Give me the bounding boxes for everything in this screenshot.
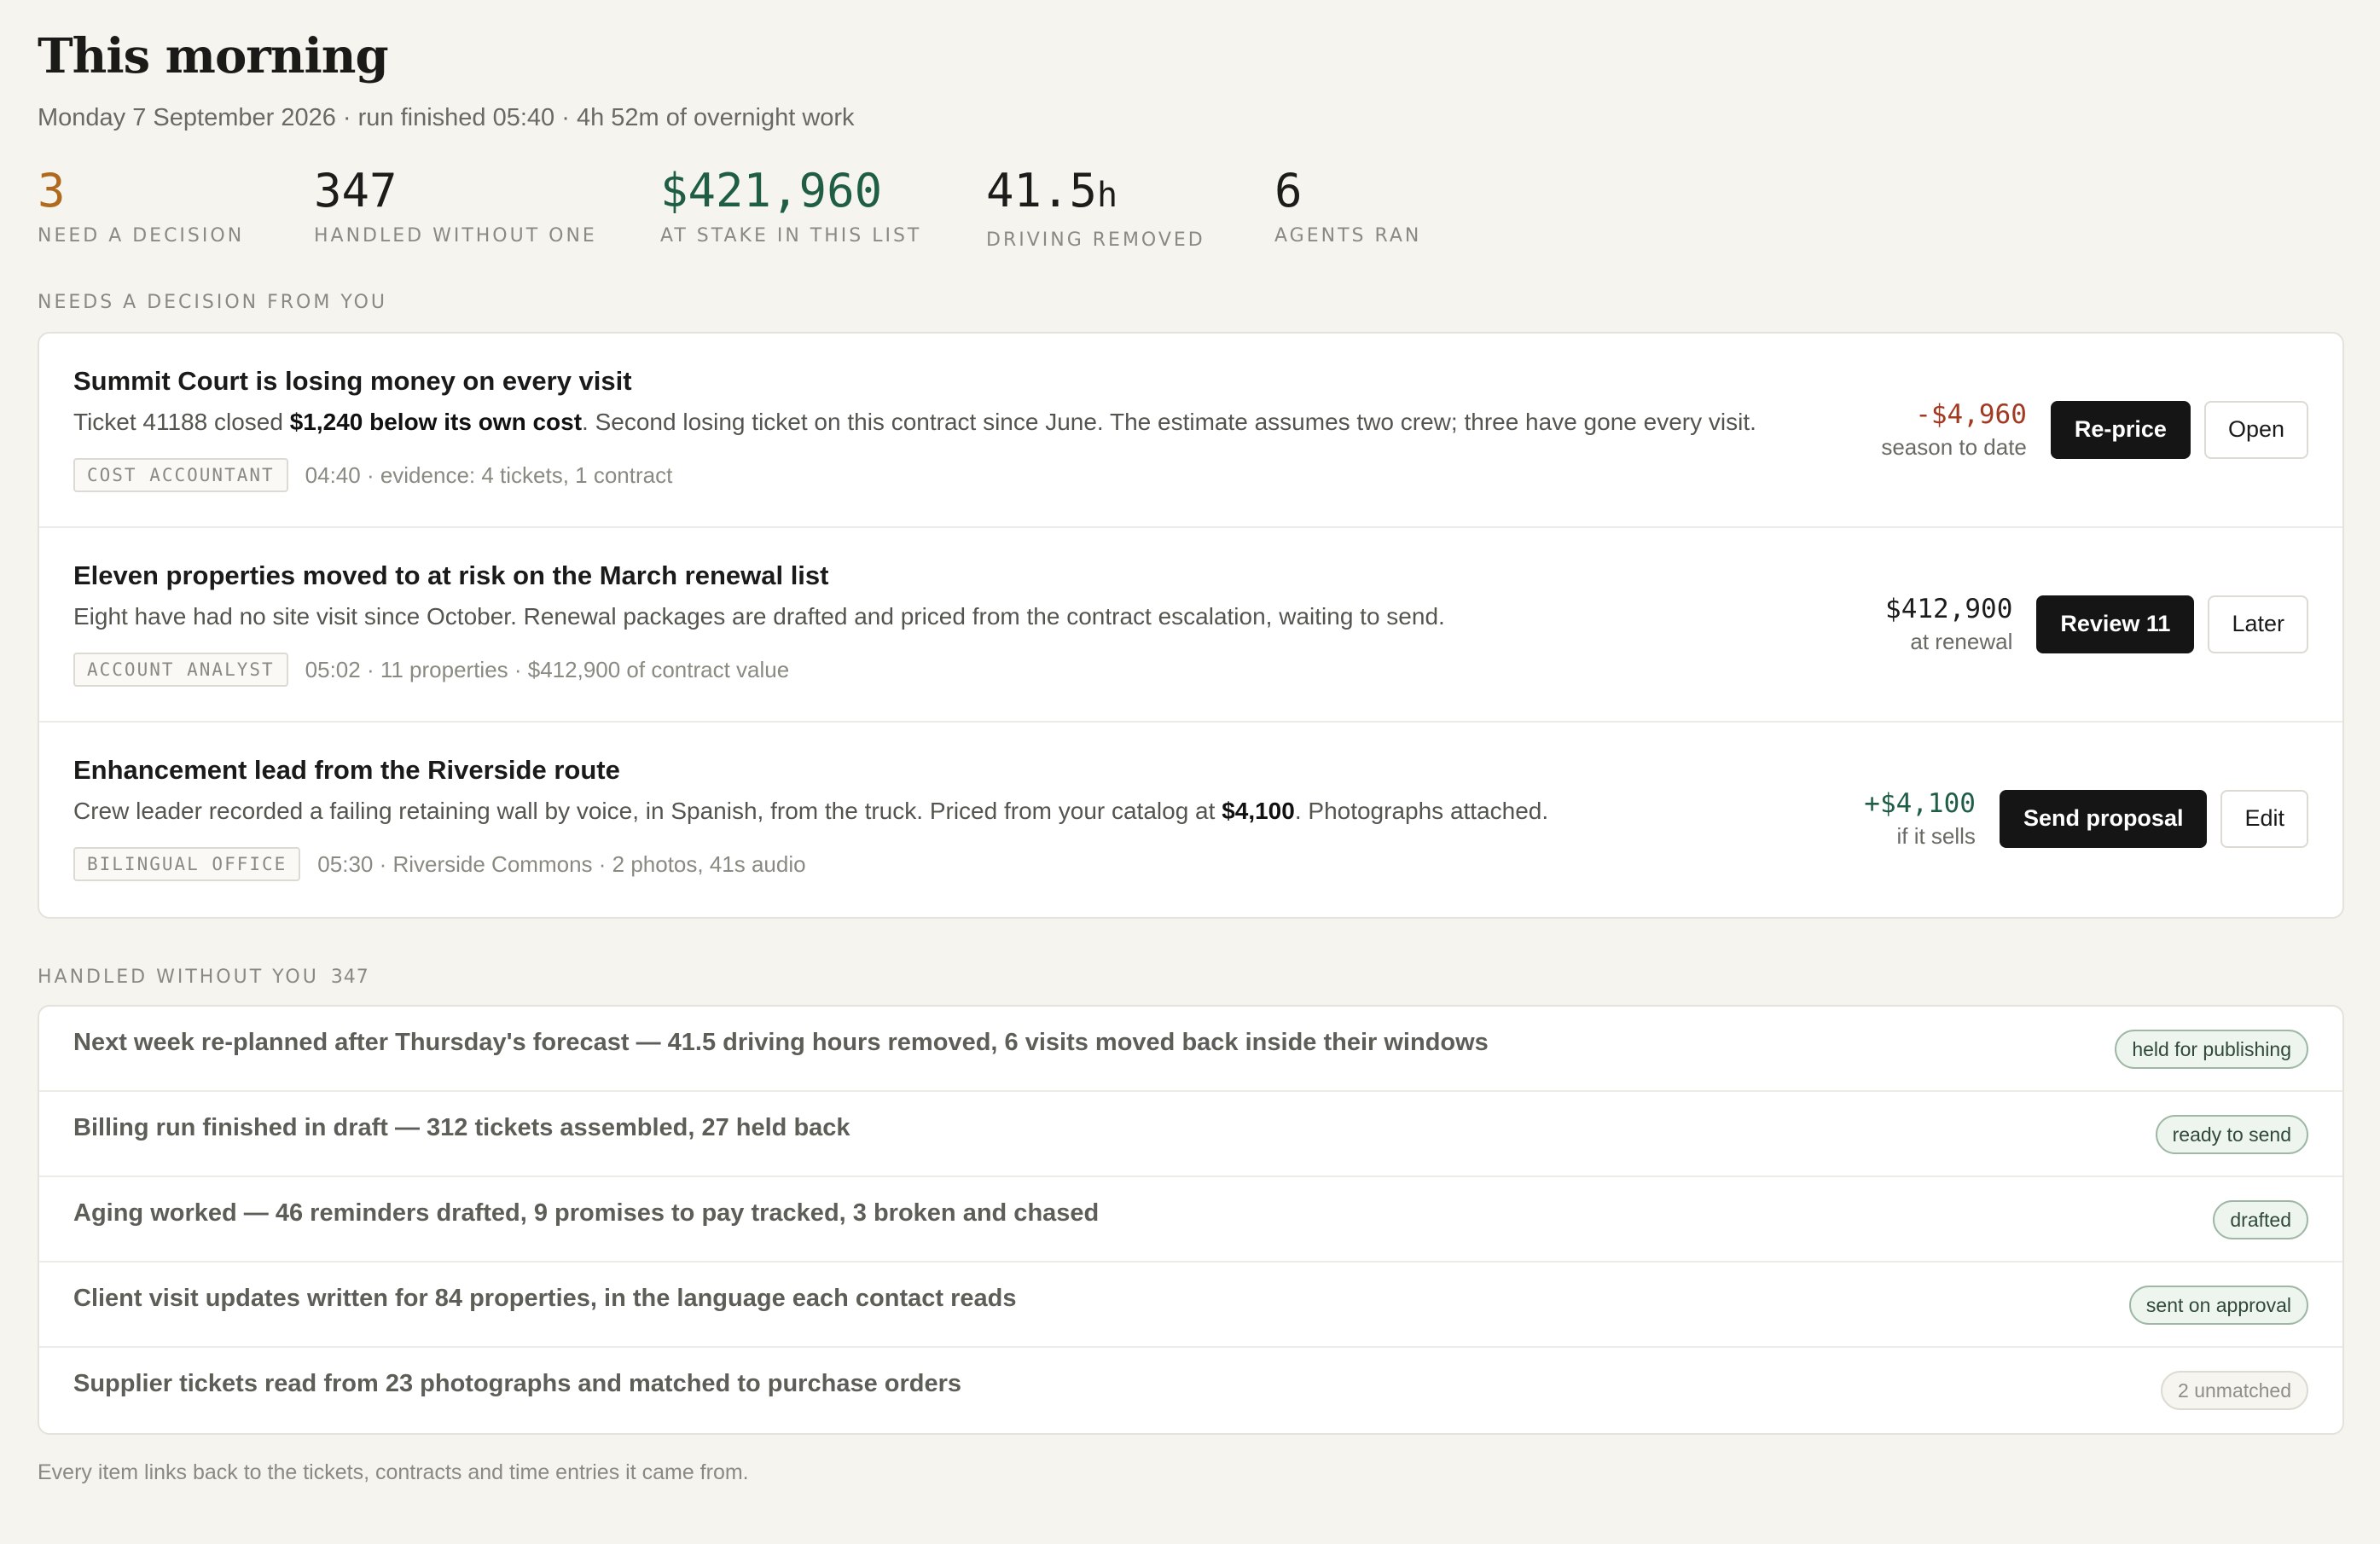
decision-actions: +$4,100 if it sells Send proposal Edit [1864,787,2308,850]
stat-label: AGENTS RAN [1274,225,1422,247]
handled-card: Next week re-planned after Thursday's fo… [38,1005,2344,1435]
handled-row[interactable]: Aging worked — 46 reminders drafted, 9 p… [39,1177,2342,1262]
decision-item: Eleven properties moved to at risk on th… [39,528,2342,723]
decision-actions: $412,900 at renewal Review 11 Later [1885,593,2308,655]
amount-note: season to date [1881,434,2027,460]
stat-handled: 347 HANDLED WITHOUT ONE [314,164,597,247]
decision-meta: ACCOUNT ANALYST 05:02 · 11 properties · … [73,653,789,687]
send-proposal-button[interactable]: Send proposal [1999,789,2208,848]
amount-box: +$4,100 if it sells [1864,787,1976,850]
decision-amount: +$4,100 [1864,788,1976,819]
handled-count: 347 [330,966,369,988]
agent-tag: ACCOUNT ANALYST [73,653,288,687]
decision-title: Summit Court is losing money on every vi… [73,366,632,396]
decision-body: Eight have had no site visit since Octob… [73,603,1445,630]
later-button[interactable]: Later [2208,595,2308,653]
stat-label: HANDLED WITHOUT ONE [314,225,597,247]
decision-item: Summit Court is losing money on every vi… [39,334,2342,528]
run-summary-subtitle: Monday 7 September 2026 · run finished 0… [38,104,855,131]
open-button[interactable]: Open [2203,400,2308,459]
decision-meta-text: 04:40 · evidence: 4 tickets, 1 contract [305,461,673,488]
handled-text: Next week re-planned after Thursday's fo… [73,1029,1489,1056]
review-button[interactable]: Review 11 [2036,595,2195,653]
decision-amount: $412,900 [1885,594,2013,624]
decision-item: Enhancement lead from the Riverside rout… [39,723,2342,917]
page-title: This morning [38,28,389,84]
handled-row[interactable]: Client visit updates written for 84 prop… [39,1262,2342,1348]
decision-amount: -$4,960 [1915,399,2027,430]
status-badge: held for publishing [2115,1030,2308,1069]
decision-meta-text: 05:02 · 11 properties · $412,900 of cont… [305,656,790,682]
status-badge: sent on approval [2128,1286,2308,1325]
stat-label: AT STAKE IN THIS LIST [660,225,922,247]
decision-title: Eleven properties moved to at risk on th… [73,560,829,590]
amount-box: $412,900 at renewal [1885,593,2012,655]
decision-body: Ticket 41188 closed $1,240 below its own… [73,409,1756,435]
decision-meta-text: 05:30 · Riverside Commons · 2 photos, 41… [317,850,806,877]
re-price-button[interactable]: Re-price [2050,400,2191,459]
amount-note: if it sells [1896,823,1976,849]
stat-driving-removed: 41.5h DRIVING REMOVED [986,164,1205,251]
stat-value: 41.5h [986,164,1118,218]
handled-text: Aging worked — 46 reminders drafted, 9 p… [73,1199,1100,1227]
stat-label: NEED A DECISION [38,225,245,247]
decision-title: Enhancement lead from the Riverside rout… [73,755,620,785]
agent-tag: BILINGUAL OFFICE [73,847,301,881]
stats-row: 3 NEED A DECISION 347 HANDLED WITHOUT ON… [38,164,2344,258]
status-badge: drafted [2213,1200,2308,1239]
stat-label: DRIVING REMOVED [986,229,1205,251]
handled-text: Client visit updates written for 84 prop… [73,1285,1017,1312]
handled-text: Supplier tickets read from 23 photograph… [73,1370,962,1397]
stat-at-stake: $421,960 AT STAKE IN THIS LIST [660,164,921,247]
edit-button[interactable]: Edit [2220,789,2308,848]
decision-meta: BILINGUAL OFFICE 05:30 · Riverside Commo… [73,847,806,881]
stat-value: $421,960 [660,164,883,218]
handled-row[interactable]: Billing run finished in draft — 312 tick… [39,1092,2342,1177]
stat-agents-ran: 6 AGENTS RAN [1274,164,1421,247]
stat-value: 347 [314,164,398,218]
amount-box: -$4,960 season to date [1881,398,2027,461]
amount-note: at renewal [1910,629,2013,654]
decisions-section-label: NEEDS A DECISION FROM YOU [38,292,387,313]
decision-body: Crew leader recorded a failing retaining… [73,798,1549,824]
decision-actions: -$4,960 season to date Re-price Open [1881,398,2308,461]
agent-tag: COST ACCOUNTANT [73,458,288,492]
handled-row[interactable]: Supplier tickets read from 23 photograph… [39,1348,2342,1433]
overnight-summary-page: This morning Monday 7 September 2026 · r… [38,26,2344,1485]
status-badge: ready to send [2155,1115,2308,1154]
footer-note: Every item links back to the tickets, co… [38,1460,749,1484]
status-badge: 2 unmatched [2161,1371,2308,1410]
stat-need-decision: 3 NEED A DECISION [38,164,244,247]
decision-meta: COST ACCOUNTANT 04:40 · evidence: 4 tick… [73,458,672,492]
handled-section-label: HANDLED WITHOUT YOU 347 [38,966,369,988]
stat-value: 3 [38,164,66,218]
decisions-card: Summit Court is losing money on every vi… [38,332,2344,919]
stat-value: 6 [1274,164,1303,218]
handled-text: Billing run finished in draft — 312 tick… [73,1114,850,1141]
handled-row[interactable]: Next week re-planned after Thursday's fo… [39,1007,2342,1092]
